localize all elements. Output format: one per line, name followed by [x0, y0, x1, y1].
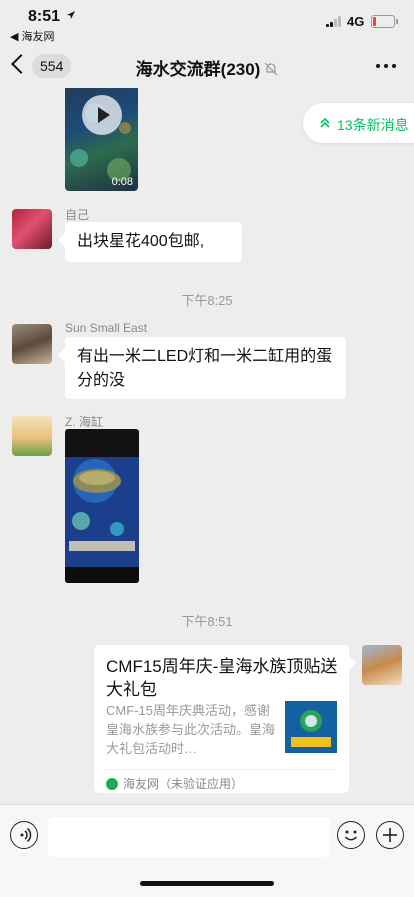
chat-title-wrap: 海水交流群(230): [0, 55, 414, 80]
signal-icon: [326, 16, 344, 27]
mute-bell-icon: [264, 62, 278, 76]
sender-name: 自己: [65, 208, 90, 222]
chat-title: 海水交流群(230): [135, 60, 261, 79]
chat-header: 554 海水交流群(230): [0, 44, 414, 88]
new-messages-button[interactable]: 13条新消息: [303, 103, 414, 143]
link-card-description: CMF-15周年庆典活动，感谢皇海水族参与此次活动。皇海大礼包活动时…: [106, 703, 276, 756]
double-up-arrow-icon: [320, 117, 330, 128]
status-time: 8:51: [28, 8, 61, 25]
sender-name: Z. 海缸: [65, 415, 103, 429]
video-message[interactable]: 0:08: [65, 88, 138, 191]
app-logo-icon: [106, 778, 118, 790]
battery-level: [373, 17, 376, 26]
message-bubble[interactable]: 有出一米二LED灯和一米二缸用的蛋分的没: [65, 337, 346, 399]
back-to-app-link[interactable]: ◀ 海友网: [10, 28, 55, 44]
avatar[interactable]: [12, 209, 52, 249]
link-card-source: 海友网（未验证应用）: [123, 777, 244, 791]
battery-icon: [371, 15, 398, 28]
video-duration: 0:08: [111, 176, 133, 188]
image-message[interactable]: [65, 429, 139, 583]
new-messages-label: 13条新消息: [337, 117, 409, 133]
network-type: 4G: [347, 14, 365, 29]
avatar[interactable]: [12, 324, 52, 364]
emoji-icon[interactable]: [337, 821, 365, 849]
link-card-thumbnail: [285, 701, 337, 753]
image-thumbnail: [65, 457, 139, 583]
status-bar: 8:51 ◀ 海友网 4G: [0, 0, 414, 44]
avatar[interactable]: [12, 416, 52, 456]
link-card-title: CMF15周年庆-皇海水族顶贴送大礼包: [106, 657, 338, 699]
location-arrow-icon: [67, 11, 75, 19]
plus-icon[interactable]: [376, 821, 404, 849]
message-bubble[interactable]: 出块星花400包邮,: [65, 222, 242, 262]
play-icon[interactable]: [82, 95, 122, 135]
timestamp: 下午8:51: [181, 614, 233, 629]
link-card-footer: 海友网（未验证应用）: [106, 769, 337, 791]
home-indicator: [140, 881, 274, 886]
voice-icon[interactable]: [10, 821, 38, 849]
timestamp: 下午8:25: [181, 293, 233, 308]
link-card[interactable]: CMF15周年庆-皇海水族顶贴送大礼包 CMF-15周年庆典活动，感谢皇海水族参…: [94, 645, 349, 793]
message-input[interactable]: [48, 817, 330, 857]
sender-name: Sun Small East: [65, 321, 148, 335]
avatar[interactable]: [362, 645, 402, 685]
more-icon[interactable]: [376, 64, 396, 68]
